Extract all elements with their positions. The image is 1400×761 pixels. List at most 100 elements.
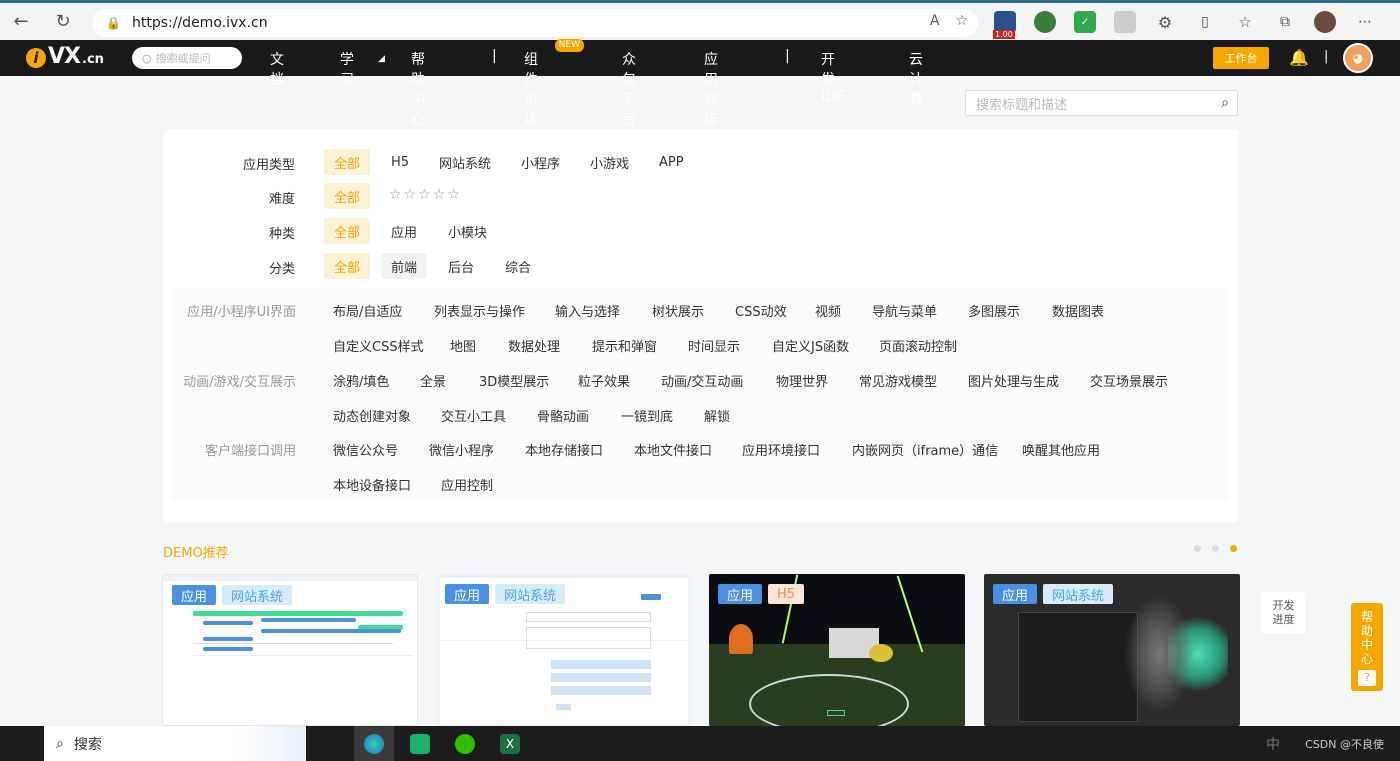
extension-monitor-icon[interactable]: 1.00: [993, 11, 1016, 39]
filter-option-backend[interactable]: 后台: [438, 253, 484, 279]
ivx-logo[interactable]: i VX .cn: [26, 44, 104, 69]
taskbar-search[interactable]: ⌕ 搜索: [44, 726, 306, 761]
filter-option-all[interactable]: 全部: [324, 218, 371, 244]
subcategory-tag[interactable]: 输入与选择: [555, 301, 620, 320]
taskbar-edge[interactable]: [354, 726, 394, 761]
filter-option-app[interactable]: APP: [649, 149, 694, 175]
header-search-input[interactable]: ○ 搜索或提问: [132, 47, 242, 69]
nav-dev-ide[interactable]: 开发IDE: [821, 49, 845, 105]
carousel-dot[interactable]: [1194, 545, 1201, 552]
extension-book-icon[interactable]: [1114, 11, 1136, 33]
subcategory-tag[interactable]: 涂鸦/填色: [333, 371, 389, 390]
subcategory-tag[interactable]: 常见游戏模型: [859, 371, 937, 390]
subcategory-tag[interactable]: 图片处理与生成: [968, 371, 1059, 390]
nav-cloud[interactable]: 云计算: [909, 49, 923, 109]
subcategory-tag[interactable]: 列表显示与操作: [434, 301, 525, 320]
favorite-icon[interactable]: ☆: [955, 13, 968, 29]
subcategory-tag[interactable]: 本地存储接口: [525, 440, 603, 459]
carousel-dot[interactable]: [1212, 545, 1219, 552]
subcategory-tag[interactable]: 微信小程序: [429, 440, 494, 459]
extension-globe-icon[interactable]: [1034, 11, 1056, 33]
subcategory-tag[interactable]: 导航与菜单: [872, 301, 937, 320]
user-avatar[interactable]: ◕: [1343, 43, 1373, 73]
filter-option-miniprogram[interactable]: 小程序: [511, 149, 570, 175]
extensions-icon[interactable]: ⚙: [1154, 11, 1176, 33]
subcategory-tag[interactable]: 唤醒其他应用: [1022, 440, 1100, 459]
nav-component-market[interactable]: 组件市场 NEW: [524, 39, 584, 129]
favorites-icon[interactable]: ☆: [1234, 11, 1256, 33]
taskbar-wechat[interactable]: [445, 726, 485, 761]
profile-avatar[interactable]: [1314, 11, 1336, 33]
subcategory-tag[interactable]: 页面滚动控制: [879, 336, 957, 355]
carousel-dot-active[interactable]: [1230, 545, 1237, 552]
subcategory-tag[interactable]: 地图: [450, 336, 476, 355]
subcategory-tag[interactable]: 自定义JS函数: [772, 336, 849, 355]
filter-option-minigame[interactable]: 小游戏: [580, 149, 639, 175]
learn-dropdown-icon[interactable]: ◢: [378, 54, 385, 64]
demo-card[interactable]: 应用 H5: [709, 574, 965, 726]
taskbar-excel[interactable]: X: [490, 726, 530, 761]
subcategory-tag[interactable]: 动态创建对象: [333, 406, 411, 425]
nav-crowdsource[interactable]: 众包平台: [622, 49, 636, 129]
demo-card[interactable]: 应用 网站系统: [436, 574, 692, 726]
filter-option-website[interactable]: 网站系统: [429, 149, 501, 175]
refresh-icon[interactable]: ↻: [48, 7, 78, 37]
nav-app-store[interactable]: 应用商店: [704, 49, 718, 129]
demo-card[interactable]: 应用 网站系统: [984, 574, 1240, 726]
subcategory-tag[interactable]: 提示和弹窗: [592, 336, 657, 355]
filter-option-frontend[interactable]: 前端: [381, 253, 428, 279]
subcategory-tag[interactable]: 一镜到底: [621, 406, 673, 425]
filter-option-all[interactable]: 全部: [324, 253, 371, 279]
nav-help-center[interactable]: 帮助中心: [411, 49, 425, 129]
nav-learn[interactable]: 学习: [340, 49, 354, 89]
workbench-button[interactable]: 工作台: [1213, 47, 1269, 69]
filter-option-module[interactable]: 小模块: [438, 218, 497, 244]
help-center-float-button[interactable]: 帮 助 中 心 ?: [1351, 603, 1383, 691]
subcategory-tag[interactable]: 微信公众号: [333, 440, 398, 459]
subcategory-tag[interactable]: 内嵌网页（iframe）通信: [852, 440, 998, 459]
subcategory-tag[interactable]: 3D模型展示: [479, 371, 549, 390]
more-icon[interactable]: ⋯: [1354, 11, 1376, 33]
subcategory-tag[interactable]: 树状展示: [652, 301, 704, 320]
filter-option-all[interactable]: 全部: [324, 183, 371, 209]
subcategory-tag[interactable]: CSS动效: [735, 301, 787, 320]
subcategory-tag[interactable]: 解锁: [704, 406, 730, 425]
subcategory-tag[interactable]: 视频: [815, 301, 841, 320]
demo-card[interactable]: 应用 网站系统: [162, 574, 418, 726]
collections-icon[interactable]: ⧉: [1274, 11, 1296, 33]
filter-option-h5[interactable]: H5: [381, 149, 419, 175]
split-screen-icon[interactable]: ▯: [1194, 11, 1216, 33]
difficulty-star-icons[interactable]: ☆☆☆☆☆: [389, 187, 462, 203]
taskbar-app[interactable]: [400, 726, 440, 761]
subcategory-tag[interactable]: 本地文件接口: [634, 440, 712, 459]
bell-icon[interactable]: 🔔: [1289, 48, 1309, 67]
subcategory-tag[interactable]: 自定义CSS样式: [333, 336, 424, 355]
address-bar[interactable]: 🔒 https://demo.ivx.cn A ☆: [92, 9, 978, 37]
page-search-input[interactable]: 搜索标题和描述 ⌕: [965, 90, 1238, 116]
ime-indicator[interactable]: 中: [1266, 734, 1280, 754]
read-aloud-icon[interactable]: A: [930, 13, 940, 29]
back-icon[interactable]: ←: [6, 7, 36, 37]
subcategory-tag[interactable]: 物理世界: [776, 371, 828, 390]
search-icon[interactable]: ⌕: [1221, 95, 1229, 111]
subcategory-tag[interactable]: 数据处理: [508, 336, 560, 355]
filter-option-comprehensive[interactable]: 综合: [495, 253, 541, 279]
subcategory-tag[interactable]: 交互小工具: [441, 406, 506, 425]
subcategory-tag[interactable]: 数据图表: [1052, 301, 1104, 320]
filter-option-all[interactable]: 全部: [324, 149, 371, 175]
dev-progress-button[interactable]: 开发 进度: [1262, 592, 1305, 634]
extension-shield-icon[interactable]: ✓: [1074, 11, 1096, 33]
subcategory-tag[interactable]: 粒子效果: [578, 371, 630, 390]
subcategory-tag[interactable]: 布局/自适应: [333, 301, 402, 320]
subcategory-tag[interactable]: 多图展示: [968, 301, 1020, 320]
subcategory-tag[interactable]: 应用控制: [441, 475, 493, 494]
subcategory-tag[interactable]: 应用环境接口: [742, 440, 820, 459]
subcategory-tag[interactable]: 交互场景展示: [1090, 371, 1168, 390]
filter-option-app[interactable]: 应用: [381, 218, 427, 244]
subcategory-tag[interactable]: 骨骼动画: [537, 406, 589, 425]
subcategory-tag[interactable]: 时间显示: [688, 336, 740, 355]
subcategory-tag[interactable]: 动画/交互动画: [661, 371, 743, 390]
subcategory-tag[interactable]: 全景: [420, 371, 446, 390]
subcategory-tag[interactable]: 本地设备接口: [333, 475, 411, 494]
nav-docs[interactable]: 文档: [270, 49, 284, 89]
